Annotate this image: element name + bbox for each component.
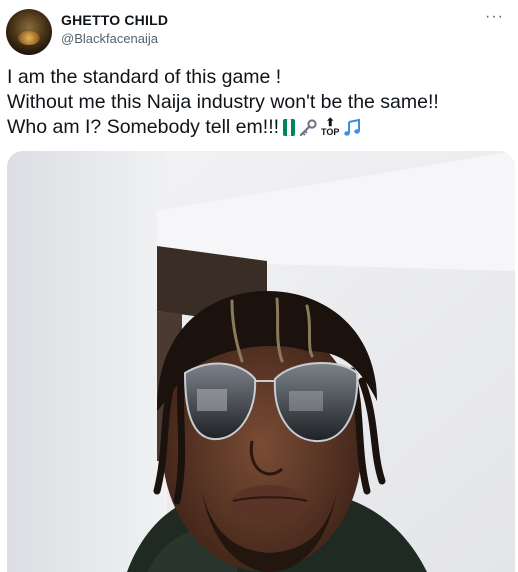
key-icon [299, 118, 317, 136]
tweet-line-text: Who am I? Somebody tell em!!! [7, 116, 280, 138]
avatar[interactable] [6, 9, 52, 55]
emoji-group: ⬆ TOP [283, 116, 362, 138]
tweet-photo[interactable] [7, 151, 515, 572]
tweet-text: I am the standard of this game ! Without… [7, 65, 512, 140]
tweet-line: Who am I? Somebody tell em!!! ⬆ TOP [7, 115, 512, 140]
top-arrow-icon: ⬆ TOP [321, 116, 340, 137]
nigeria-flag-icon [283, 119, 296, 136]
user-handle[interactable]: @Blackfacenaija [61, 31, 158, 46]
display-name[interactable]: GHETTO CHILD [61, 12, 168, 28]
tweet-line: Without me this Naija industry won't be … [7, 91, 439, 113]
tweet-line: I am the standard of this game ! [7, 66, 282, 88]
musical-notes-icon [344, 118, 361, 136]
more-options-icon[interactable]: ··· [485, 8, 504, 26]
